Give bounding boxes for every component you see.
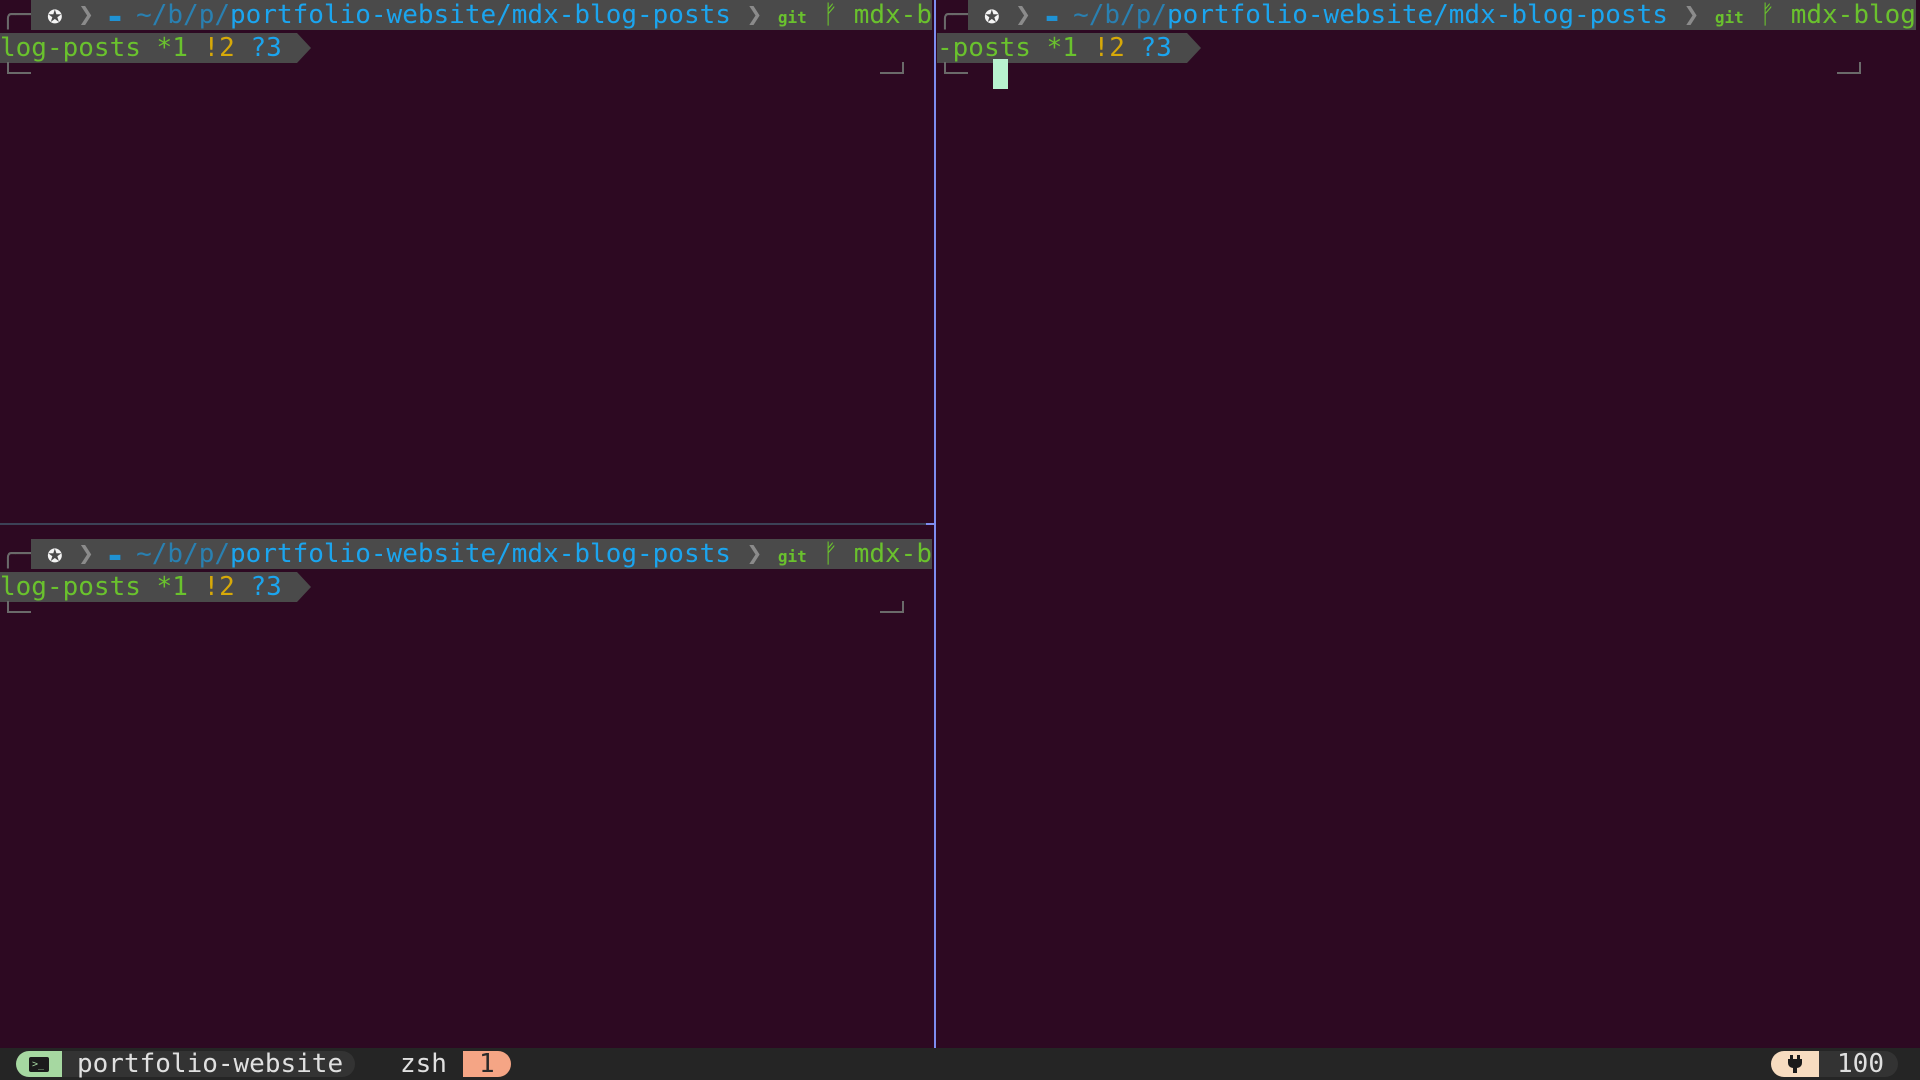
separator-icon: ❯ — [78, 0, 94, 30]
git-untracked-count: ?3 — [250, 33, 282, 63]
shell-prompt: ╭─ ✪ ❯ ▬ ~/b/p/portfolio-website/mdx-blo… — [0, 0, 934, 63]
prompt-frame-bottom-right — [1837, 62, 1861, 74]
pane-divider-horizontal[interactable] — [0, 523, 934, 525]
git-untracked-count: ?3 — [250, 572, 282, 602]
os-icon: ✪ — [46, 0, 63, 30]
git-untracked-count: ?3 — [1140, 33, 1172, 63]
git-icon: git — [777, 547, 807, 566]
directory-prefix: ~/b/p/ — [136, 539, 231, 569]
folder-icon: ▬ — [109, 7, 121, 28]
branch-icon: ᚠ — [1759, 0, 1776, 30]
terminal-pane-right-active[interactable]: ╭─ ✪ ❯ ▬ ~/b/p/portfolio-website/mdx-blo… — [937, 0, 1920, 1048]
prompt-frame-bottom-right — [880, 601, 904, 613]
pane-divider-vertical[interactable] — [934, 0, 936, 1048]
git-icon: git — [1714, 8, 1744, 27]
battery-icon-badge — [1771, 1051, 1820, 1077]
terminal-pane-bottom-left[interactable]: ╭─ ✪ ❯ ▬ ~/b/p/portfolio-website/mdx-blo… — [0, 525, 934, 1048]
prompt-frame-bottom-left — [7, 62, 31, 74]
session-icon-badge: >_ — [16, 1051, 62, 1077]
tmux-status-bar: >_ portfolio-website zsh 1 100 — [0, 1048, 1920, 1080]
git-staged-count: *1 — [156, 572, 188, 602]
directory-prefix: ~/b/p/ — [136, 0, 231, 30]
battery-level: 100 — [1819, 1051, 1898, 1077]
git-modified-count: !2 — [203, 572, 235, 602]
os-icon: ✪ — [983, 0, 1000, 30]
prompt-frame-corner: ╭─ — [0, 0, 32, 30]
window-index-badge: 1 — [462, 1051, 511, 1077]
separator-icon: ❯ — [78, 539, 94, 569]
separator-icon: ❯ — [1683, 0, 1700, 30]
git-icon: git — [777, 8, 807, 27]
text-cursor — [993, 59, 1008, 89]
directory-prefix: ~/b/p/ — [1073, 0, 1168, 30]
plug-icon — [1788, 1055, 1803, 1073]
branch-icon: ᚠ — [822, 0, 839, 30]
directory-path: portfolio-website/mdx-blog-posts — [230, 539, 731, 569]
window-name: zsh — [400, 1049, 447, 1079]
prompt-end-arrow — [297, 33, 312, 63]
session-indicator[interactable]: >_ portfolio-website — [16, 1051, 356, 1077]
separator-icon: ❯ — [746, 0, 763, 30]
git-staged-count: *1 — [1046, 33, 1078, 63]
prompt-frame-bottom-left — [944, 62, 968, 74]
os-icon: ✪ — [46, 539, 63, 569]
prompt-end-arrow — [1187, 33, 1202, 63]
separator-icon: ❯ — [746, 539, 763, 569]
prompt-frame-bottom-left — [7, 601, 31, 613]
prompt-frame-bottom-right — [880, 62, 904, 74]
git-modified-count: !2 — [1093, 33, 1125, 63]
shell-prompt: ╭─ ✪ ❯ ▬ ~/b/p/portfolio-website/mdx-blo… — [0, 539, 934, 602]
directory-path: portfolio-website/mdx-blog-posts — [230, 0, 731, 30]
git-staged-count: *1 — [156, 33, 188, 63]
session-name: portfolio-website — [62, 1051, 356, 1077]
window-tab-zsh[interactable]: zsh 1 — [400, 1051, 511, 1077]
terminal-pane-top-left[interactable]: ╭─ ✪ ❯ ▬ ~/b/p/portfolio-website/mdx-blo… — [0, 0, 934, 523]
prompt-frame-corner: ╭─ — [0, 539, 32, 569]
terminal-icon: >_ — [29, 1056, 49, 1072]
separator-icon: ❯ — [1015, 0, 1031, 30]
prompt-end-arrow — [297, 572, 312, 602]
shell-prompt: ╭─ ✪ ❯ ▬ ~/b/p/portfolio-website/mdx-blo… — [937, 0, 1920, 63]
git-modified-count: !2 — [203, 33, 235, 63]
directory-path: portfolio-website/mdx-blog-posts — [1167, 0, 1668, 30]
folder-icon: ▬ — [1046, 7, 1058, 28]
prompt-frame-corner: ╭─ — [937, 0, 969, 30]
battery-indicator: 100 — [1771, 1051, 1898, 1077]
branch-icon: ᚠ — [822, 539, 839, 569]
folder-icon: ▬ — [109, 546, 121, 567]
